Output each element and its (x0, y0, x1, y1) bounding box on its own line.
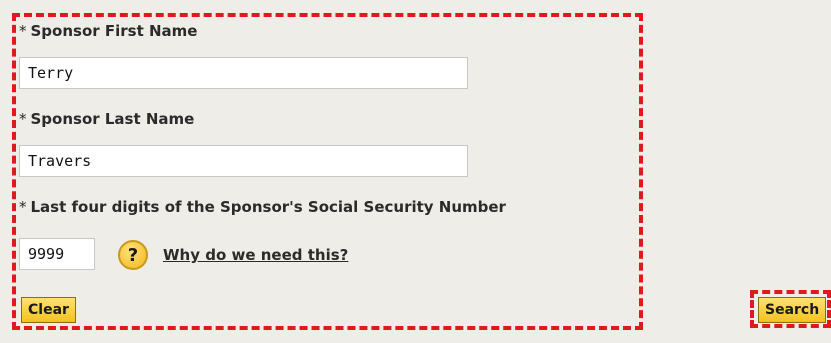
required-marker: * (19, 110, 27, 128)
help-icon-glyph: ? (127, 244, 139, 266)
first-name-input[interactable] (19, 57, 468, 89)
last-name-label: * Sponsor Last Name (19, 110, 194, 128)
first-name-label-text: Sponsor First Name (30, 22, 198, 40)
clear-button[interactable]: Clear (21, 297, 76, 323)
ssn-label: * Last four digits of the Sponsor's Socia… (19, 198, 506, 216)
ssn-label-text: Last four digits of the Sponsor's Social… (30, 198, 506, 216)
first-name-label: * Sponsor First Name (19, 22, 197, 40)
question-circle-icon[interactable]: ? (118, 240, 148, 270)
ssn-last-four-input[interactable] (19, 238, 95, 270)
last-name-input[interactable] (19, 145, 468, 177)
last-name-label-text: Sponsor Last Name (30, 110, 195, 128)
search-button[interactable]: Search (758, 297, 827, 323)
why-do-we-need-this-link[interactable]: Why do we need this? (163, 246, 348, 264)
required-marker: * (19, 22, 27, 40)
required-marker: * (19, 198, 27, 216)
